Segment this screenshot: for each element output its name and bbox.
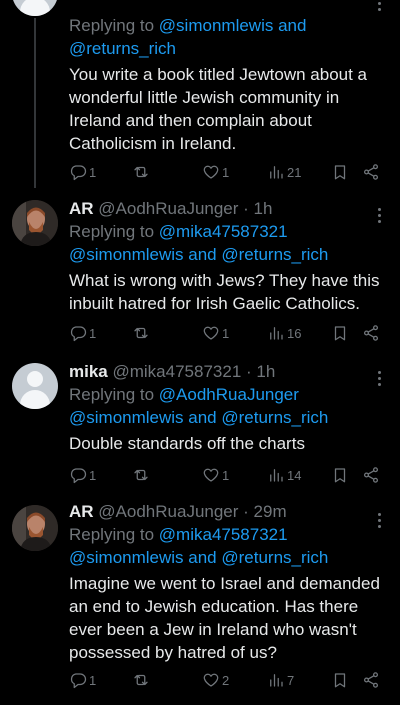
repost-icon — [134, 327, 148, 339]
tweet[interactable]: AR @AodhRuaJunger · 1h Replying to @mika… — [0, 188, 400, 353]
repost-icon — [134, 674, 148, 686]
like-button[interactable]: 1 — [202, 324, 229, 342]
like-count: 1 — [222, 325, 230, 341]
timestamp[interactable]: · 1h — [243, 199, 272, 218]
view-count: 21 — [287, 164, 302, 180]
views-button[interactable]: 16 — [267, 324, 301, 342]
timestamp[interactable]: · 1h — [246, 362, 275, 381]
tweet[interactable]: mika @mika47587321 · 1h Replying to @Aod… — [0, 353, 400, 493]
mention-link[interactable]: @mika47587321 — [159, 222, 288, 241]
share-icon — [363, 672, 379, 688]
repost-button[interactable] — [132, 324, 152, 342]
user-handle[interactable]: @mika47587321 — [112, 362, 241, 381]
tweet-actions: 1 1 14 — [69, 464, 388, 486]
like-icon — [203, 165, 219, 179]
view-count: 14 — [287, 467, 302, 483]
bookmark-button[interactable] — [331, 671, 349, 689]
tweet-text: Imagine we went to Israel and demanded a… — [69, 574, 380, 662]
share-button[interactable] — [362, 324, 380, 342]
tweet[interactable]: Replying to @simonmlewis and @returns_ri… — [0, 0, 400, 188]
thread-line — [34, 18, 36, 188]
like-button[interactable]: 1 — [202, 163, 229, 181]
bookmark-button[interactable] — [331, 466, 349, 484]
like-icon — [203, 468, 219, 482]
replying-to: Replying to @simonmlewis and @returns_ri… — [69, 16, 307, 58]
reply-count: 1 — [89, 325, 97, 341]
avatar[interactable] — [12, 363, 58, 409]
tweet-actions: 1 2 7 — [69, 669, 388, 691]
share-icon — [363, 325, 379, 341]
repost-icon — [134, 469, 148, 481]
views-icon — [270, 327, 283, 340]
mention-link[interactable]: @simonmlewis and @returns_rich — [69, 245, 328, 264]
tweet-actions: 1 1 16 — [69, 322, 388, 344]
views-button[interactable]: 7 — [267, 671, 294, 689]
timestamp[interactable]: · 29m — [243, 502, 286, 521]
reply-icon — [70, 165, 87, 181]
like-icon — [203, 326, 219, 340]
user-handle[interactable]: @AodhRuaJunger — [98, 199, 238, 218]
like-count: 1 — [222, 164, 230, 180]
replying-to: Replying to @mika47587321 @simonmlewis a… — [69, 222, 329, 264]
views-icon — [270, 674, 283, 687]
mention-link[interactable]: @returns_rich — [69, 39, 176, 58]
reply-count: 1 — [89, 164, 97, 180]
views-button[interactable]: 14 — [267, 466, 301, 484]
views-icon — [270, 469, 283, 482]
reply-icon — [70, 326, 87, 342]
reply-button[interactable]: 1 — [69, 163, 96, 181]
user-handle[interactable]: @AodhRuaJunger — [98, 502, 238, 521]
replying-to: Replying to @mika47587321 @simonmlewis a… — [69, 525, 329, 567]
reply-count: 1 — [89, 467, 97, 483]
tweet-text: Double standards off the charts — [69, 434, 305, 453]
mention-link[interactable]: @simonmlewis and @returns_rich — [69, 408, 328, 427]
repost-button[interactable] — [132, 671, 152, 689]
view-count: 7 — [287, 672, 295, 688]
like-icon — [203, 673, 219, 687]
like-count: 2 — [222, 672, 230, 688]
share-icon — [363, 164, 379, 180]
tweet[interactable]: AR @AodhRuaJunger · 29m Replying to @mik… — [0, 493, 400, 705]
mention-link[interactable]: @simonmlewis and @returns_rich — [69, 548, 328, 567]
like-button[interactable]: 2 — [202, 671, 229, 689]
display-name[interactable]: mika — [69, 362, 108, 381]
share-button[interactable] — [362, 671, 380, 689]
mention-link[interactable]: @AodhRuaJunger — [159, 385, 299, 404]
reply-icon — [70, 468, 87, 484]
share-button[interactable] — [362, 163, 380, 181]
view-count: 16 — [287, 325, 302, 341]
like-button[interactable]: 1 — [202, 466, 229, 484]
reply-button[interactable]: 1 — [69, 466, 96, 484]
like-count: 1 — [222, 467, 230, 483]
bookmark-button[interactable] — [331, 324, 349, 342]
views-button[interactable]: 21 — [267, 163, 301, 181]
reply-button[interactable]: 1 — [69, 324, 96, 342]
bookmark-icon — [334, 165, 346, 180]
replying-to: Replying to @AodhRuaJunger @simonmlewis … — [69, 385, 329, 427]
repost-button[interactable] — [132, 163, 152, 181]
reply-button[interactable]: 1 — [69, 671, 96, 689]
avatar[interactable] — [12, 0, 58, 16]
views-icon — [270, 166, 283, 179]
tweet-actions: 1 1 21 — [69, 161, 388, 183]
bookmark-icon — [334, 673, 346, 688]
mention-link[interactable]: @simonmlewis and — [159, 16, 307, 35]
tweet-text: What is wrong with Jews? They have this … — [69, 271, 380, 313]
bookmark-icon — [334, 326, 346, 341]
reply-count: 1 — [89, 672, 97, 688]
share-icon — [363, 467, 379, 483]
avatar[interactable] — [12, 505, 58, 551]
bookmark-icon — [334, 468, 346, 483]
repost-icon — [134, 166, 148, 178]
share-button[interactable] — [362, 466, 380, 484]
repost-button[interactable] — [132, 466, 152, 484]
more-icon[interactable] — [378, 0, 382, 14]
bookmark-button[interactable] — [331, 163, 349, 181]
display-name[interactable]: AR — [69, 502, 94, 521]
mention-link[interactable]: @mika47587321 — [159, 525, 288, 544]
tweet-text: You write a book titled Jewtown about a … — [69, 65, 368, 153]
display-name[interactable]: AR — [69, 199, 94, 218]
avatar[interactable] — [12, 200, 58, 246]
reply-icon — [70, 673, 87, 689]
